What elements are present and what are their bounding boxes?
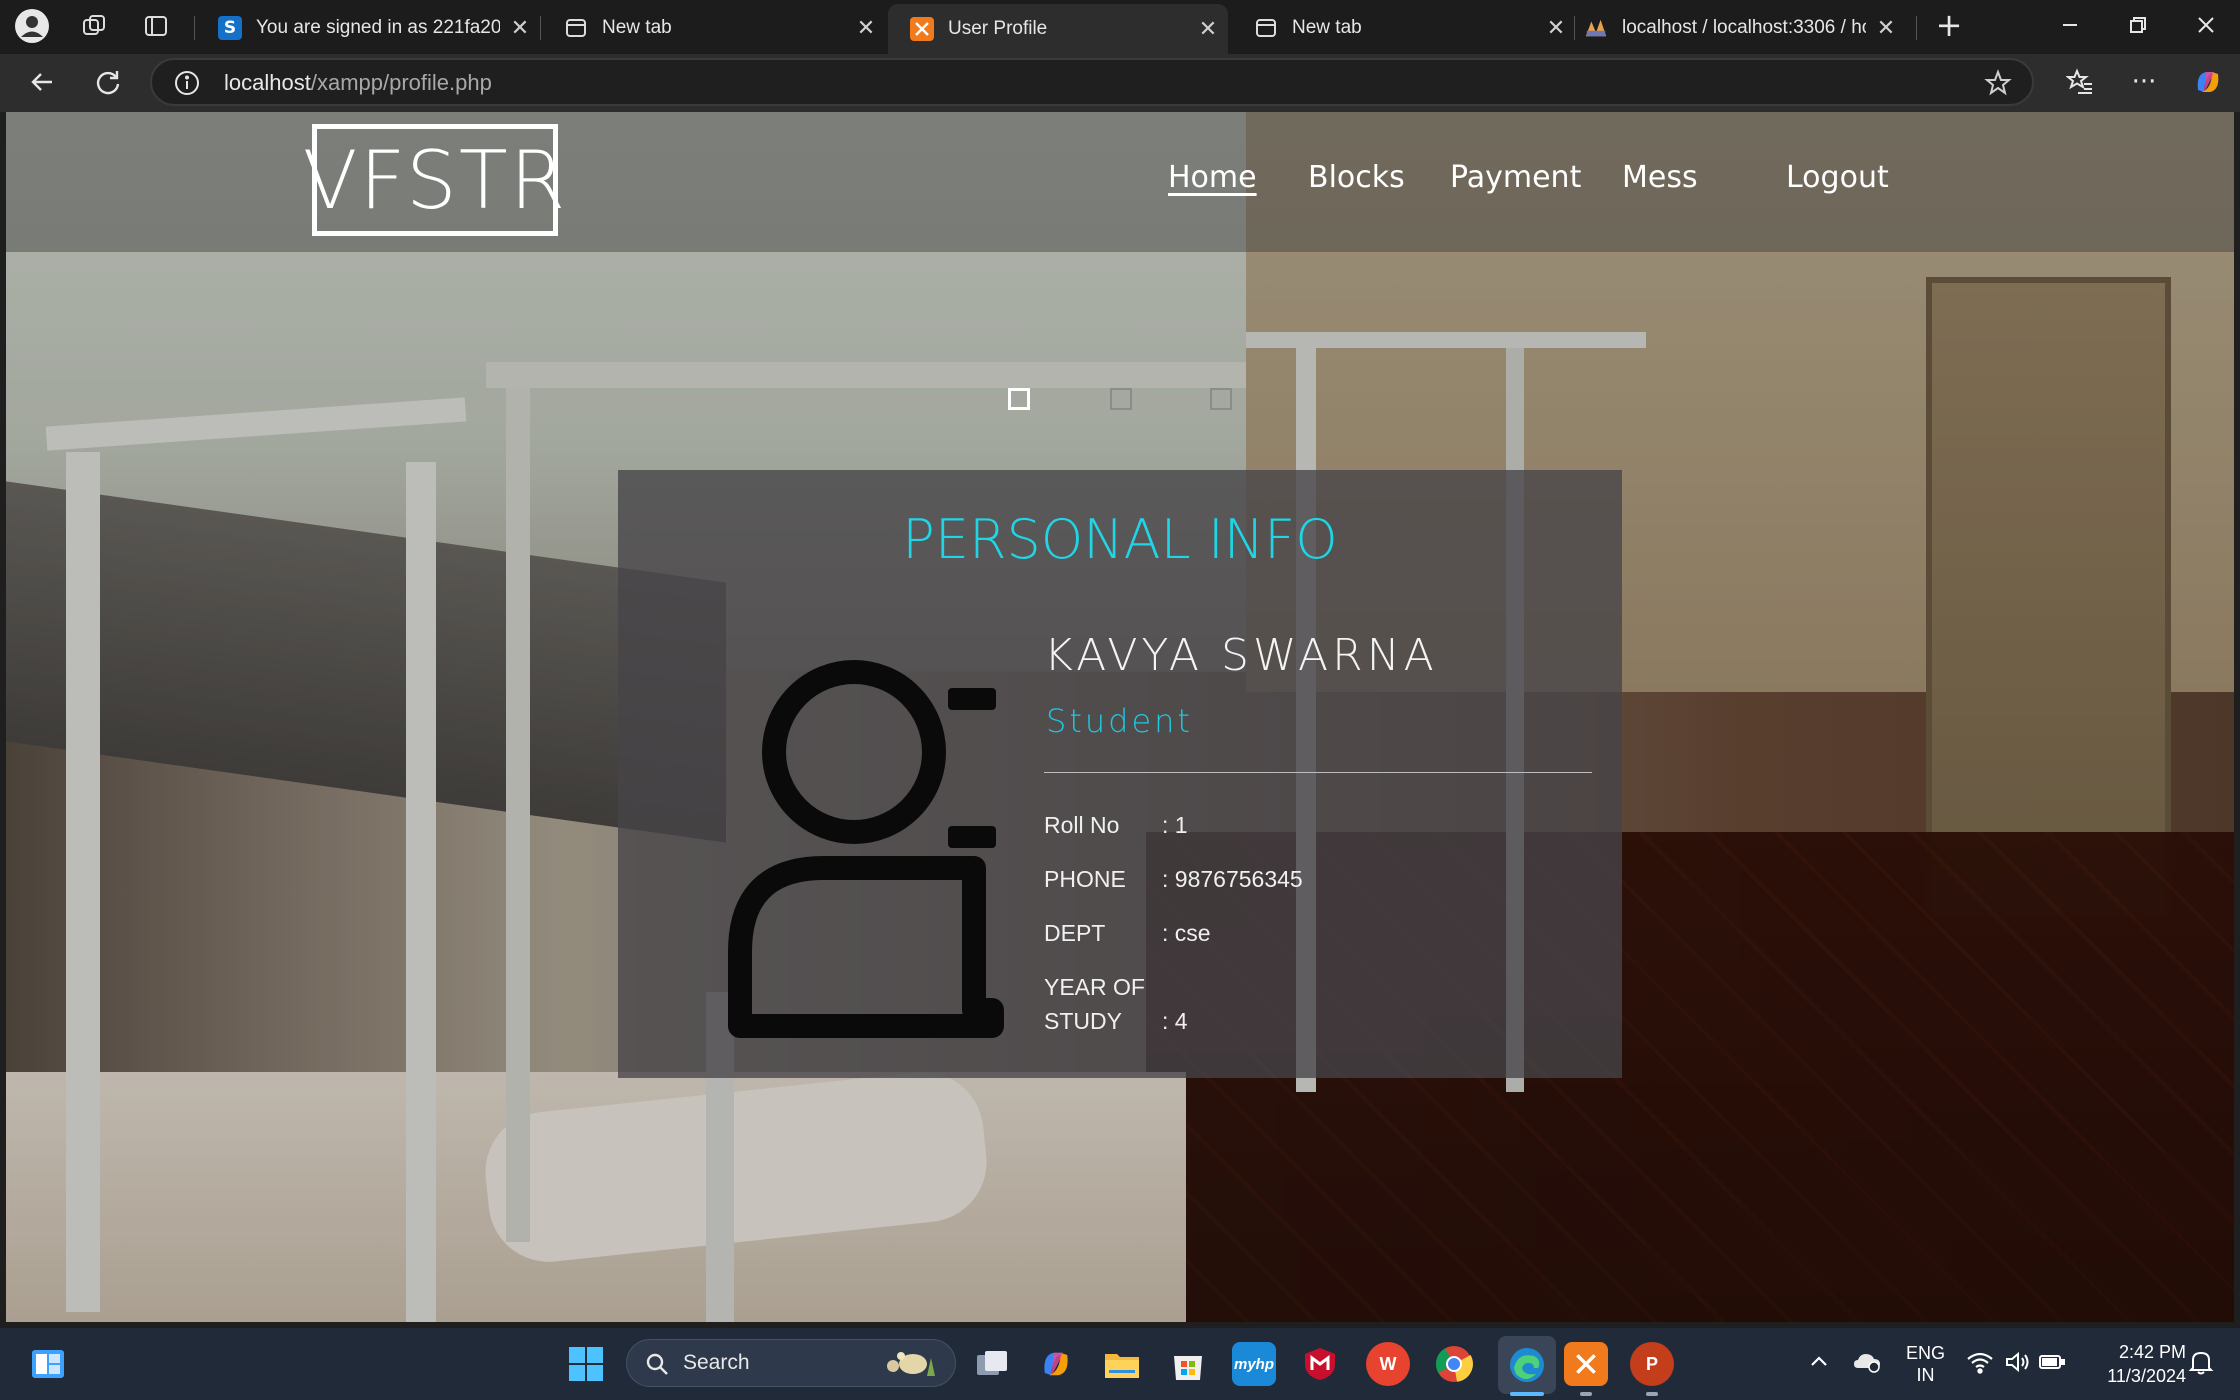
new-tab-icon (564, 16, 588, 40)
new-tab-button[interactable]: + (1916, 0, 1982, 50)
close-tab-icon[interactable]: ✕ (1536, 16, 1576, 41)
wifi-icon[interactable] (1966, 1350, 1994, 1374)
restore-button[interactable] (2104, 0, 2172, 50)
language-indicator[interactable]: ENG IN (1906, 1342, 1945, 1386)
copilot-icon[interactable] (2186, 60, 2230, 104)
tab-new-tab-2[interactable]: New tab ✕ (1232, 6, 1576, 50)
notification-bell-icon[interactable] (2188, 1348, 2214, 1376)
file-explorer-icon[interactable] (1100, 1342, 1144, 1386)
workspaces-icon[interactable] (72, 4, 116, 48)
close-tab-icon[interactable]: ✕ (500, 16, 540, 41)
powerpoint-icon[interactable]: P (1630, 1342, 1674, 1386)
card-heading: PERSONAL INFO (902, 508, 1338, 571)
site-navbar: VFSTR Home Blocks Payment Mess Logout (6, 112, 2234, 252)
profile-page: VFSTR Home Blocks Payment Mess Logout PE… (6, 112, 2234, 1322)
favorite-star-icon[interactable] (1984, 69, 2012, 97)
slider-dot-3[interactable] (1210, 388, 1232, 410)
close-tab-icon[interactable]: ✕ (1188, 17, 1228, 42)
tab-phpmyadmin[interactable]: localhost / localhost:3306 / host ✕ (1576, 6, 1906, 50)
refresh-icon[interactable] (86, 60, 130, 104)
windows-start-icon[interactable] (564, 1342, 608, 1386)
nav-link-logout[interactable]: Logout (1786, 160, 1889, 195)
nav-link-home[interactable]: Home (1168, 160, 1257, 195)
site-logo[interactable]: VFSTR (303, 124, 565, 236)
battery-icon[interactable] (2038, 1352, 2066, 1372)
volume-icon[interactable] (2004, 1350, 2030, 1374)
xampp-icon (910, 17, 934, 41)
chrome-icon[interactable] (1432, 1342, 1476, 1386)
slider-dot-1[interactable] (1008, 388, 1030, 410)
url-text: localhost/xampp/profile.php (224, 70, 492, 95)
phpmyadmin-icon (1584, 16, 1608, 40)
browser-toolbar: localhost/xampp/profile.php ··· (0, 54, 2240, 112)
copilot-taskbar-icon[interactable] (1034, 1342, 1078, 1386)
tab-user-profile[interactable]: User Profile ✕ (888, 4, 1228, 54)
onedrive-icon[interactable] (1852, 1348, 1882, 1374)
task-view-icon[interactable] (970, 1342, 1014, 1386)
windows-taskbar: Search myhp W P ENG IN 2:42 PM 11/3/2024 (0, 1328, 2240, 1400)
taskbar-search-box[interactable]: Search (626, 1339, 956, 1387)
divider (1044, 772, 1592, 773)
back-arrow-icon[interactable] (20, 60, 64, 104)
s-app-icon: S (218, 16, 242, 40)
slider-dot-2[interactable] (1110, 388, 1132, 410)
wps-office-icon[interactable]: W (1366, 1342, 1410, 1386)
search-highlight-icon (881, 1348, 943, 1380)
microsoft-store-icon[interactable] (1166, 1342, 1210, 1386)
nav-link-mess[interactable]: Mess (1622, 160, 1698, 195)
new-tab-icon (1254, 16, 1278, 40)
close-window-button[interactable] (2172, 0, 2240, 50)
close-tab-icon[interactable]: ✕ (846, 16, 886, 41)
nav-link-blocks[interactable]: Blocks (1308, 160, 1405, 195)
more-options-icon[interactable]: ··· (2122, 60, 2166, 104)
xampp-taskbar-icon[interactable] (1564, 1342, 1608, 1386)
close-tab-icon[interactable]: ✕ (1866, 16, 1906, 41)
nav-link-payment[interactable]: Payment (1450, 160, 1581, 195)
tab-new-tab-1[interactable]: New tab ✕ (542, 6, 886, 50)
clock[interactable]: 2:42 PM 11/3/2024 (2088, 1340, 2186, 1388)
edge-icon[interactable] (1498, 1336, 1556, 1394)
site-info-icon[interactable] (174, 70, 200, 96)
student-name: KAVYA SWARNA (1044, 630, 1438, 681)
tab-signed-in[interactable]: S You are signed in as 221fa20021 ✕ (196, 6, 540, 50)
address-bar[interactable]: localhost/xampp/profile.php (150, 58, 2034, 106)
profile-icon[interactable] (10, 4, 54, 48)
personal-info-card: PERSONAL INFO KAVYA SWARNA Student Roll … (618, 470, 1622, 1078)
myhp-icon[interactable]: myhp (1232, 1342, 1276, 1386)
widgets-icon[interactable] (26, 1342, 70, 1386)
show-hidden-icons-icon[interactable] (1808, 1350, 1830, 1372)
minimize-button[interactable] (2036, 0, 2104, 50)
student-role: Student (1046, 702, 1193, 740)
mcafee-icon[interactable] (1298, 1342, 1342, 1386)
favorites-icon[interactable] (2058, 60, 2102, 104)
vertical-tabs-icon[interactable] (134, 4, 178, 48)
user-avatar-icon (726, 660, 1006, 1040)
browser-tab-strip: S You are signed in as 221fa20021 ✕ New … (0, 0, 2240, 54)
search-icon (645, 1352, 669, 1376)
